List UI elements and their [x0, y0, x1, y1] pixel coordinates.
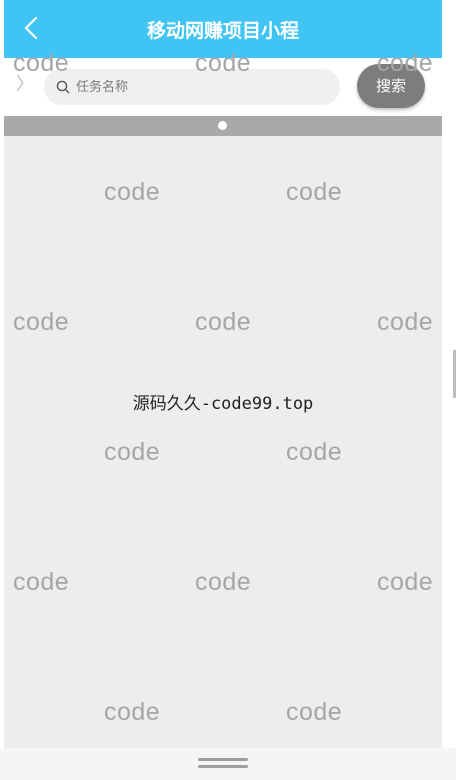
search-icon [56, 80, 70, 94]
bottom-home-bar [0, 748, 456, 780]
watermark: code [377, 49, 434, 77]
watermark: code [195, 49, 252, 77]
watermark: code [13, 49, 70, 77]
watermark: code [104, 698, 161, 726]
watermark: code [13, 308, 70, 336]
center-label: 源码久久-code99.top [132, 394, 314, 414]
watermark: code [195, 308, 252, 336]
side-arrow-icon[interactable]: 〉 [16, 76, 34, 94]
page-title: 移动网赚项目小程 [146, 20, 299, 42]
app-screen: 移动网赚项目小程 〉 搜索 源码久久-code99.top code code … [4, 0, 442, 748]
watermark: code [286, 698, 343, 726]
home-handle-icon[interactable] [198, 765, 248, 768]
watermark: code [377, 308, 434, 336]
home-handle-icon[interactable] [198, 758, 248, 761]
watermark: code [377, 568, 434, 596]
watermark: code [104, 178, 161, 206]
watermark: code [286, 438, 343, 466]
banner-carousel[interactable] [4, 116, 442, 136]
search-box[interactable] [44, 69, 340, 105]
watermark: code [195, 568, 252, 596]
watermark: code [13, 568, 70, 596]
watermark: code [104, 438, 161, 466]
watermark: code [286, 178, 343, 206]
carousel-indicator-dot[interactable] [218, 121, 227, 130]
